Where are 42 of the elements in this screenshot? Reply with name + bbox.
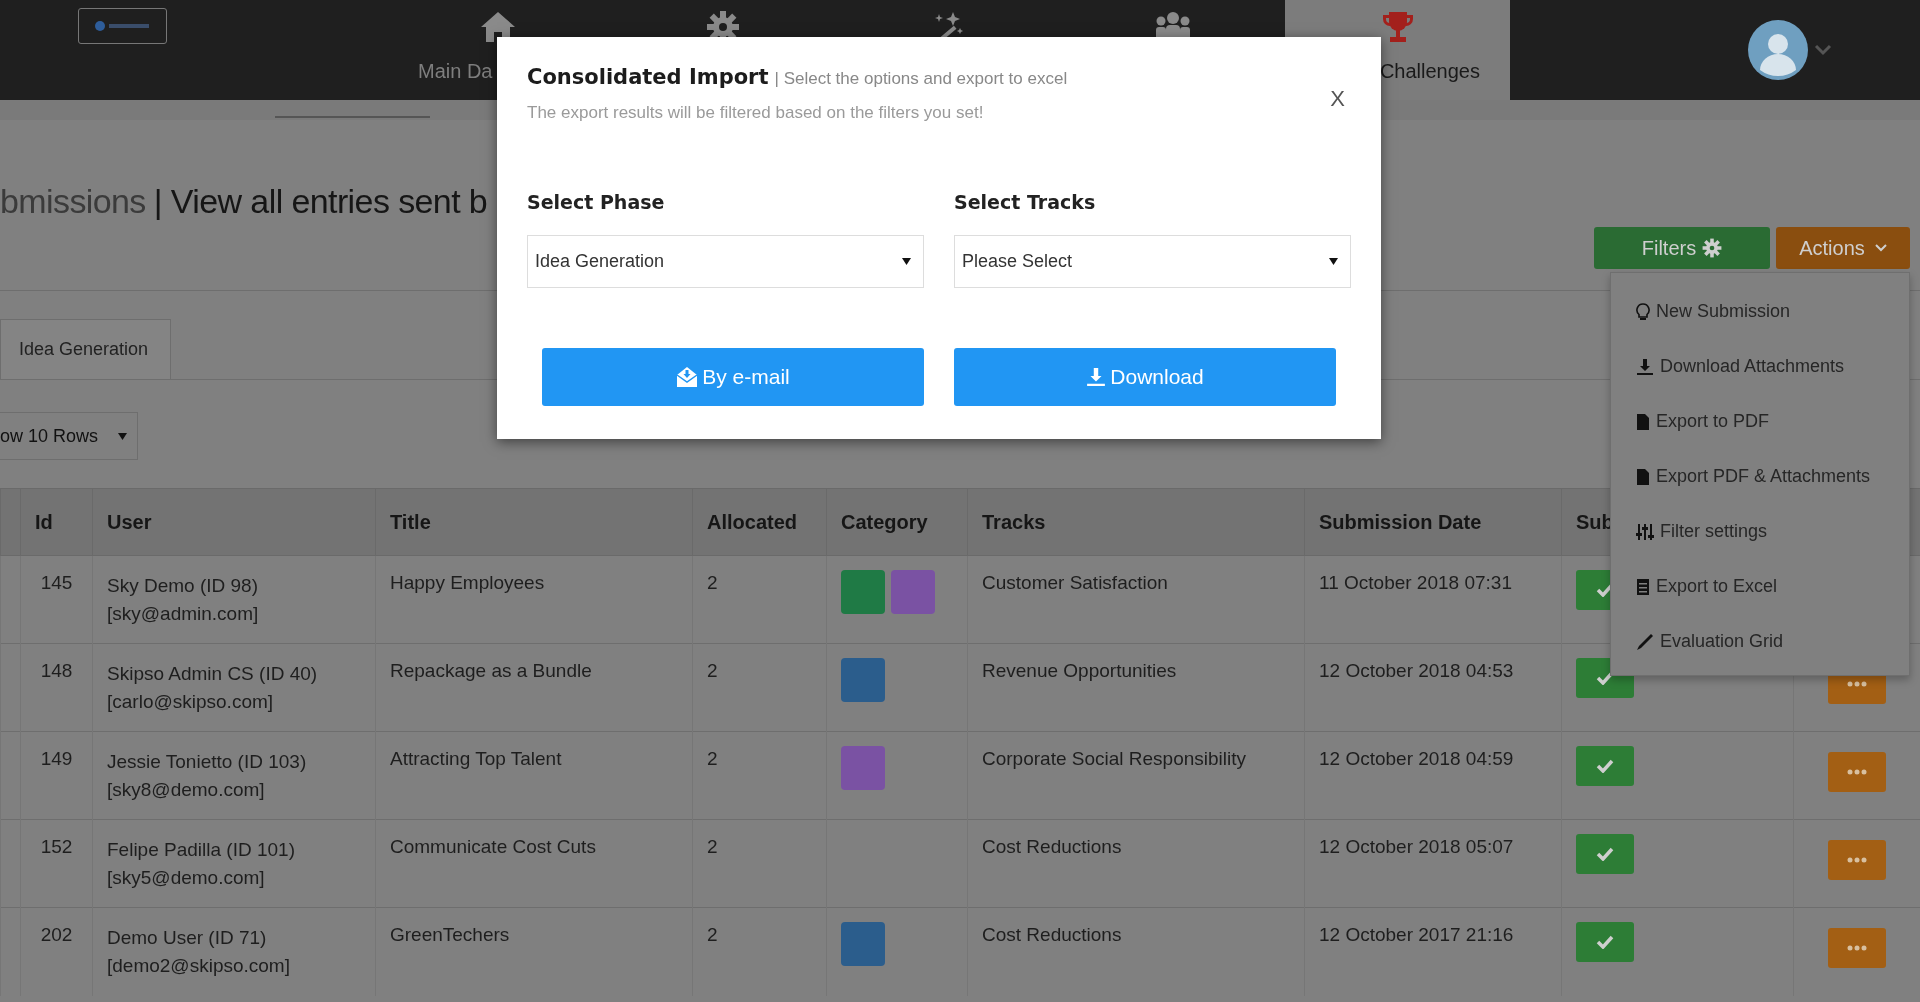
table-cell: Communicate Cost Cuts bbox=[375, 819, 693, 908]
table-cell: 149 bbox=[20, 731, 93, 820]
table-cell: 12 October 2017 21:16 bbox=[1304, 907, 1562, 996]
table-cell: Attracting Top Talent bbox=[375, 731, 693, 820]
table-cell: 2 bbox=[692, 731, 827, 820]
user-name: Felipe Padilla (ID 101) bbox=[107, 838, 296, 862]
table-cell: Customer Satisfaction bbox=[967, 555, 1305, 644]
dialog-subtitle: | Select the options and export to excel bbox=[774, 69, 1068, 89]
table-cell: 2 bbox=[692, 555, 827, 644]
user-email: [sky5@demo.com] bbox=[107, 866, 266, 890]
table-cell: 2 bbox=[692, 819, 827, 908]
user-email: [sky8@demo.com] bbox=[107, 778, 266, 802]
user-name: Jessie Tonietto (ID 103) bbox=[107, 750, 308, 774]
page-subtitle: | View all entries sent b bbox=[153, 182, 488, 221]
table-cell: 152 bbox=[20, 819, 93, 908]
table-cell: 2 bbox=[692, 907, 827, 996]
table-cell: 12 October 2018 04:53 bbox=[1304, 643, 1562, 732]
table-cell: Cost Reductions bbox=[967, 907, 1305, 996]
table-cell: 2 bbox=[692, 643, 827, 732]
table-cell: 12 October 2018 05:07 bbox=[1304, 819, 1562, 908]
table-cell: GreenTechers bbox=[375, 907, 693, 996]
dialog-title: Consolidated Import bbox=[527, 65, 769, 89]
user-name: Demo User (ID 71) bbox=[107, 926, 268, 950]
user-name: Skipso Admin CS (ID 40) bbox=[107, 662, 319, 686]
table-cell: Repackage as a Bundle bbox=[375, 643, 693, 732]
table-cell: Happy Employees bbox=[375, 555, 693, 644]
user-email: [sky@admin.com] bbox=[107, 602, 260, 626]
table-cell: 11 October 2018 07:31 bbox=[1304, 555, 1562, 644]
table-cell: 148 bbox=[20, 643, 93, 732]
table-cell: Cost Reductions bbox=[967, 819, 1305, 908]
table-cell: 145 bbox=[20, 555, 93, 644]
table-cell: 12 October 2018 04:59 bbox=[1304, 731, 1562, 820]
table-cell: Revenue Opportunities bbox=[967, 643, 1305, 732]
user-email: [demo2@skipso.com] bbox=[107, 954, 291, 978]
table-cell: 202 bbox=[20, 907, 93, 996]
field-label: Select Phase bbox=[527, 191, 666, 213]
dialog-note: The export results will be filtered based on the filters you set! bbox=[527, 103, 985, 123]
page-title: bmissions bbox=[0, 182, 146, 221]
user-email: [carlo@skipso.com] bbox=[107, 690, 275, 714]
user-name: Sky Demo (ID 98) bbox=[107, 574, 259, 598]
field-label: Select Tracks bbox=[954, 191, 1097, 213]
table-cell: Corporate Social Responsibility bbox=[967, 731, 1305, 820]
